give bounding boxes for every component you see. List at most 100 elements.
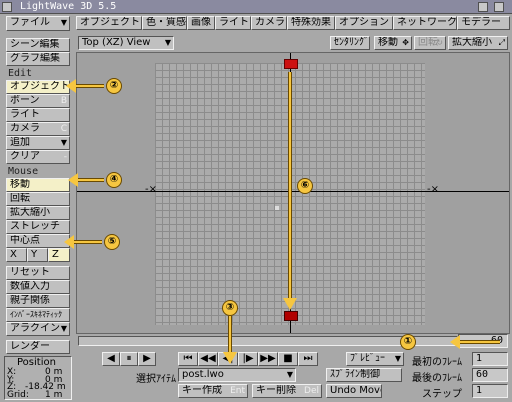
create-key-shortcut: Ent (230, 386, 245, 396)
edit-light-button[interactable]: ライト (6, 108, 70, 122)
scale-mode-button[interactable]: 拡大縮小 ⤢ (448, 36, 508, 50)
reset-button[interactable]: リセット (6, 266, 70, 280)
create-key-button[interactable]: キー作成 Ent (178, 384, 248, 398)
mouse-pivot-button[interactable]: 中心点 (6, 234, 70, 248)
tab-light[interactable]: ライト (215, 16, 251, 30)
minimize-icon[interactable] (478, 2, 488, 12)
last-frame-label: 最後のﾌﾚｰﾑ (412, 373, 462, 384)
chevron-down-icon: ▼ (60, 18, 67, 27)
file-menu-label: ファイル (10, 17, 50, 28)
edit-camera-button[interactable]: カメラ C (6, 122, 70, 136)
edit-object-button[interactable]: オブジェクト (6, 80, 70, 94)
undo-move-button[interactable]: Undo Move (326, 384, 382, 398)
axis-z-toggle[interactable]: Z (48, 248, 70, 262)
selected-item-select[interactable]: post.lwo ▼ (178, 368, 296, 382)
tab-effects[interactable]: 特殊効果 (287, 16, 335, 30)
mouse-rotate-button[interactable]: 回転 (6, 192, 70, 206)
edit-bone-button[interactable]: ボーン B (6, 94, 70, 108)
position-readout: Position X: 0 m Y: 0 m Z: -18.42 m Grid:… (4, 356, 72, 400)
callout-badge-6: ⑥ (297, 178, 313, 194)
callout-arrow-4 (68, 173, 104, 187)
callout-badge-1: ① (400, 334, 416, 350)
edit-camera-label: カメラ (10, 123, 40, 134)
play-forward-icon[interactable]: ▶ (138, 352, 156, 366)
delete-key-button[interactable]: キー削除 Del (252, 384, 322, 398)
callout-arrow-3 (228, 316, 232, 352)
mouse-move-button[interactable]: 移動 (6, 178, 70, 192)
add-menu-button[interactable]: 追加 ▼ (6, 136, 70, 150)
last-frame-icon[interactable]: ⏭ (298, 352, 318, 366)
rotate-icon: ↻ (436, 38, 443, 47)
selected-object-icon[interactable] (284, 311, 298, 321)
last-frame-field[interactable]: 60 (472, 368, 508, 382)
tab-camera[interactable]: カメラ (251, 16, 287, 30)
grid-value: 1 m (45, 390, 63, 400)
callout-arrowhead-6 (283, 298, 297, 310)
callout-arrow-5 (64, 235, 102, 249)
rotate-mode-button[interactable]: 回転 ↻ (414, 36, 446, 50)
window-menu-icon[interactable] (2, 2, 12, 12)
move-mode-label: 移動 (378, 37, 398, 48)
next-frame-icon[interactable]: |▶ (238, 352, 258, 366)
first-frame-field[interactable]: 1 (472, 352, 508, 366)
delete-key-shortcut: Del (304, 386, 319, 396)
tab-image[interactable]: 画像 (187, 16, 215, 30)
tab-object[interactable]: オブジェクト (76, 16, 142, 30)
pivot-point-icon (275, 206, 279, 210)
chevron-down-icon: ▼ (164, 38, 171, 47)
move-mode-button[interactable]: 移動 ✥ (374, 36, 412, 50)
viewport[interactable]: -× -× (76, 52, 510, 334)
preview-menu[interactable]: ﾌﾟﾚﾋﾞｭｰ ▼ (346, 352, 404, 366)
tab-options[interactable]: オプション (335, 16, 393, 30)
scene-edit-button[interactable]: シーン編集 (6, 38, 70, 52)
clear-button[interactable]: クリア - (6, 150, 70, 164)
inverse-kinematics-button[interactable]: ｲﾝﾊﾞｰｽｷﾈﾏﾃｨｯｸ (6, 308, 70, 322)
tab-surface[interactable]: 色・質感 (142, 16, 187, 30)
mouse-stretch-button[interactable]: ストレッチ (6, 220, 70, 234)
mouse-scale-button[interactable]: 拡大縮小 (6, 206, 70, 220)
clear-shortcut: - (63, 152, 67, 162)
axis-x-toggle[interactable]: X (6, 248, 27, 262)
x-axis-right-icon: -× (427, 184, 439, 195)
callout-arrow-1 (450, 335, 500, 349)
parent-button[interactable]: 親子関係 (6, 294, 70, 308)
render-button[interactable]: レンダー (6, 340, 70, 354)
create-key-label: キー作成 (182, 385, 222, 396)
rotate-mode-label: 回転 (418, 37, 438, 48)
add-menu-label: 追加 (10, 137, 30, 148)
spline-control-button[interactable]: ｽﾌﾟﾗｲﾝ制御 (326, 368, 402, 382)
pause-icon[interactable]: ⏸ (120, 352, 138, 366)
clear-label: クリア (10, 151, 40, 162)
maximize-icon[interactable] (494, 2, 504, 12)
axis-y-toggle[interactable]: Y (27, 248, 48, 262)
numeric-input-button[interactable]: 数値入力 (6, 280, 70, 294)
graph-edit-button[interactable]: グラフ編集 (6, 52, 70, 66)
title-bar: LightWave 3D 5.5 (0, 0, 512, 14)
play-back-icon[interactable]: ◀ (102, 352, 120, 366)
tab-modeler[interactable]: モデラー (457, 16, 510, 30)
chevron-down-icon: ▼ (60, 324, 67, 333)
view-select-value: Top (XZ) View (82, 37, 151, 48)
first-frame-icon[interactable]: ⏮ (178, 352, 198, 366)
step-label: ステップ (422, 389, 462, 400)
selected-item-label: 選択ｱｲﾃﾑ (136, 374, 176, 385)
next-key-icon[interactable]: ▶▶ (258, 352, 278, 366)
view-select[interactable]: Top (XZ) View ▼ (78, 36, 174, 50)
prev-key-icon[interactable]: ◀◀ (198, 352, 218, 366)
file-menu[interactable]: ファイル ▼ (6, 16, 70, 31)
step-field[interactable]: 1 (472, 384, 508, 398)
window-title: LightWave 3D 5.5 (20, 1, 117, 12)
move-icon: ✥ (402, 38, 409, 47)
centering-button[interactable]: ｾﾝﾀﾘﾝｸﾞ (330, 36, 370, 50)
edit-section-label: Edit (8, 68, 33, 79)
edit-camera-shortcut: C (60, 124, 67, 134)
ghost-object-icon[interactable] (284, 59, 298, 69)
tab-network[interactable]: ネットワーク (393, 16, 457, 30)
scale-mode-label: 拡大縮小 (452, 37, 492, 48)
x-axis-left-icon: -× (145, 184, 157, 195)
edit-bone-label: ボーン (10, 95, 40, 106)
stop-icon[interactable]: ■ (278, 352, 298, 366)
align-menu-button[interactable]: アラクイン ▼ (6, 322, 70, 336)
preview-label: ﾌﾟﾚﾋﾞｭｰ (350, 353, 385, 364)
scale-icon: ⤢ (498, 38, 505, 47)
